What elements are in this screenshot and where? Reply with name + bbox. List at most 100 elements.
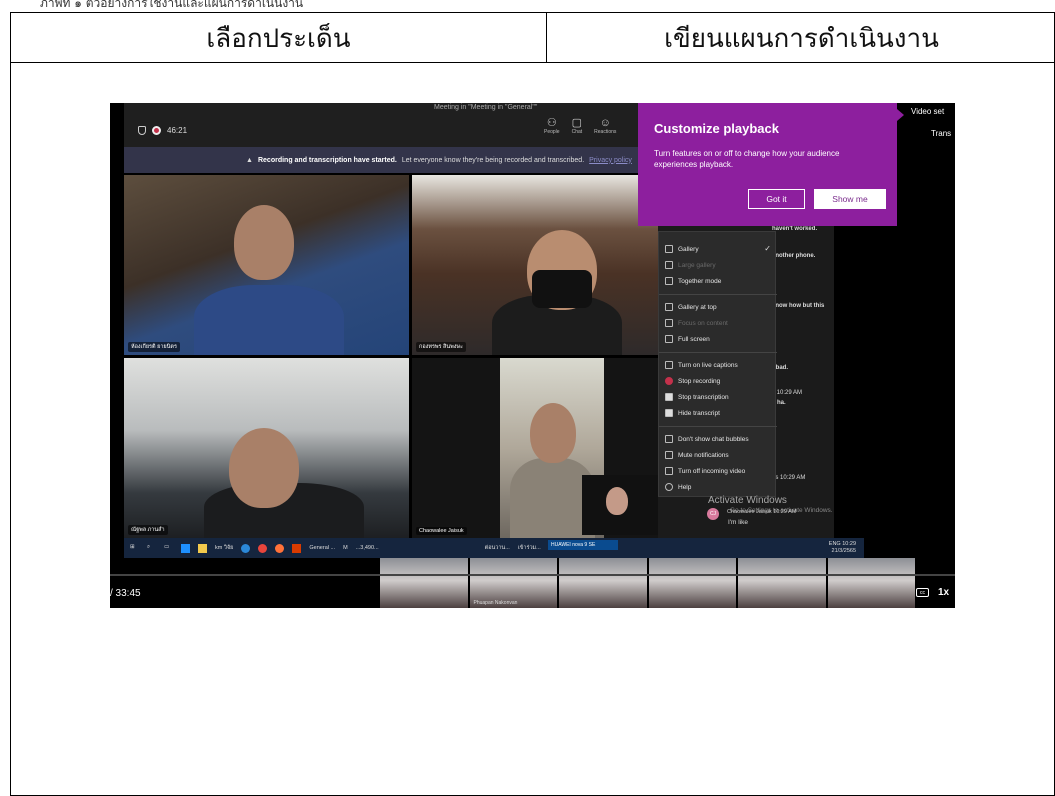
focus-icon xyxy=(665,319,673,327)
gallery-icon xyxy=(665,245,673,253)
participant-tile[interactable]: ณัฐพล ภานสำ xyxy=(124,358,409,538)
folder-icon[interactable] xyxy=(198,543,207,553)
search-icon[interactable]: ⌕ xyxy=(147,544,156,553)
menu-item-hide-transcript[interactable]: Hide transcript xyxy=(659,406,777,420)
shield-icon xyxy=(138,126,146,135)
menu-item-stop-transcription[interactable]: Stop transcription xyxy=(659,390,777,404)
taskbar-item[interactable]: km วิจัย xyxy=(215,544,233,552)
menu-item-gallery[interactable]: Gallery ✓ xyxy=(659,242,777,256)
participant-head xyxy=(229,428,299,508)
chat-label: Chat xyxy=(571,129,583,135)
warning-icon: ▲ xyxy=(246,156,253,164)
chat-message: I'm like xyxy=(728,519,749,526)
participant-head xyxy=(234,205,294,280)
chat-button[interactable]: ▢ Chat xyxy=(572,117,583,135)
show-me-button[interactable]: Show me xyxy=(814,189,886,209)
privacy-policy-link[interactable]: Privacy policy xyxy=(589,157,632,164)
menu-item-together-mode[interactable]: Together mode xyxy=(659,274,777,288)
recording-icon xyxy=(152,126,161,135)
help-icon xyxy=(665,483,673,491)
header-select-topic: เลือกประเด็น xyxy=(11,13,547,63)
menu-item-stop-recording[interactable]: Stop recording xyxy=(659,374,777,388)
clock-time: 10:29 xyxy=(842,541,856,547)
captions-icon xyxy=(665,361,673,369)
bell-icon xyxy=(665,451,673,459)
thumbnail[interactable] xyxy=(380,558,468,608)
task-view-icon[interactable]: ▭ xyxy=(164,544,173,553)
reactions-button[interactable]: ☺ Reactions xyxy=(594,117,616,135)
participant-name: ห้องเกียรติ ยายนิตร xyxy=(128,342,180,352)
thumbnail[interactable] xyxy=(827,558,915,608)
menu-item-live-captions[interactable]: Turn on live captions xyxy=(659,358,777,372)
chat-fragment: know how but this xyxy=(772,303,825,309)
banner-bold: Recording and transcription have started… xyxy=(257,156,397,164)
firefox-icon[interactable] xyxy=(275,543,285,553)
system-tray[interactable]: ENG 10:29 21/3/2565 xyxy=(829,541,856,555)
transcript-label[interactable]: Trans xyxy=(931,129,951,138)
taskbar-item[interactable]: ...3,490... xyxy=(356,545,379,551)
thumbnail[interactable] xyxy=(738,558,826,608)
menu-item-gallery-at-top[interactable]: Gallery at top xyxy=(659,300,777,314)
menu-item-label: Help xyxy=(678,483,692,491)
thumbnail-caption: Phuapan Nakonvan xyxy=(473,600,518,606)
popup-text: Turn features on or off to change how yo… xyxy=(654,149,840,169)
participant-name: Chaowalee Jaisuk xyxy=(416,527,467,535)
office-icon[interactable] xyxy=(292,543,302,553)
menu-item-chat-bubbles[interactable]: Don't show chat bubbles xyxy=(659,432,777,446)
cut-off-top-text: ภาพที่ ๑ ตัวอย่างการใช้งานและแผนการดำเนิ… xyxy=(40,0,304,10)
taskbar-item[interactable]: M xyxy=(343,545,348,551)
video-off-icon xyxy=(665,467,673,475)
video-settings-label[interactable]: Video set xyxy=(911,107,944,116)
chat-bubble-icon xyxy=(665,435,673,443)
chat-fragment: haven't worked. xyxy=(772,226,818,232)
activate-windows-title: Activate Windows xyxy=(708,495,787,506)
thumbnail[interactable]: Phuapan Nakonvan xyxy=(469,558,557,608)
menu-item-large-gallery[interactable]: Large gallery xyxy=(659,258,777,272)
got-it-button[interactable]: Got it xyxy=(748,189,805,209)
menu-divider xyxy=(659,352,777,353)
mail-icon[interactable] xyxy=(181,543,190,553)
reactions-icon: ☺ xyxy=(599,117,611,129)
seek-bar[interactable] xyxy=(110,574,955,576)
windows-taskbar: ⊞ ⌕ ▭ km วิจัย General ... M ...3,490...… xyxy=(124,538,864,558)
chat-fragment: es 10:29 AM xyxy=(772,475,806,481)
playback-speed-button[interactable]: 1x xyxy=(938,587,949,598)
menu-item-incoming-video[interactable]: Turn off incoming video xyxy=(659,464,777,478)
taskbar-item[interactable]: เข้าร่วม... xyxy=(518,544,541,552)
picture-in-picture xyxy=(582,475,658,535)
meeting-timer: 46:21 xyxy=(138,126,187,135)
menu-item-full-screen[interactable]: Full screen xyxy=(659,332,777,346)
taskbar-item[interactable]: General ... xyxy=(309,545,335,551)
windows-start-icon[interactable]: ⊞ xyxy=(130,544,139,553)
edge-icon[interactable] xyxy=(241,543,251,553)
language-indicator[interactable]: ENG xyxy=(829,541,841,547)
view-options-menu: Gallery ✓ Large gallery Together mode Gal… xyxy=(658,231,777,497)
menu-item-help[interactable]: Help xyxy=(659,480,777,494)
face-mask xyxy=(532,270,592,308)
timer-value: 46:21 xyxy=(167,126,188,135)
thumbnail[interactable] xyxy=(648,558,736,608)
people-button[interactable]: ⚇ People xyxy=(544,117,560,135)
thumbnail[interactable] xyxy=(559,558,647,608)
transcription-icon xyxy=(665,393,673,401)
taskbar-ad-banner[interactable]: HUAWEI nova 9 SE xyxy=(548,540,618,550)
video-player-controls: Phuapan Nakonvan / 33:45 cc 1x xyxy=(110,558,955,608)
menu-divider xyxy=(659,294,777,295)
taskbar-item[interactable]: ต่อนวาน... xyxy=(485,544,510,552)
menu-item-focus-content[interactable]: Focus on content xyxy=(659,316,777,330)
table-header-row: เลือกประเด็น เขียนแผนการดำเนินงาน xyxy=(11,13,1054,63)
clock-date: 21/3/2565 xyxy=(831,548,856,554)
menu-item-label: Stop recording xyxy=(678,377,721,385)
menu-item-label: Large gallery xyxy=(678,261,716,269)
participant-tile[interactable]: ห้องเกียรติ ยายนิตร xyxy=(124,175,409,355)
menu-divider xyxy=(659,426,777,427)
menu-item-label: Stop transcription xyxy=(678,393,729,401)
participant-tile[interactable]: กองทรพร สินพงษะ xyxy=(412,175,658,355)
captions-button[interactable]: cc xyxy=(916,588,929,597)
chrome-icon[interactable] xyxy=(258,543,268,553)
menu-item-label: Turn off incoming video xyxy=(678,467,746,475)
menu-item-label: Together mode xyxy=(678,277,722,285)
menu-item-label: Mute notifications xyxy=(678,451,729,459)
menu-item-mute-notifications[interactable]: Mute notifications xyxy=(659,448,777,462)
menu-item-label: Don't show chat bubbles xyxy=(678,435,749,443)
